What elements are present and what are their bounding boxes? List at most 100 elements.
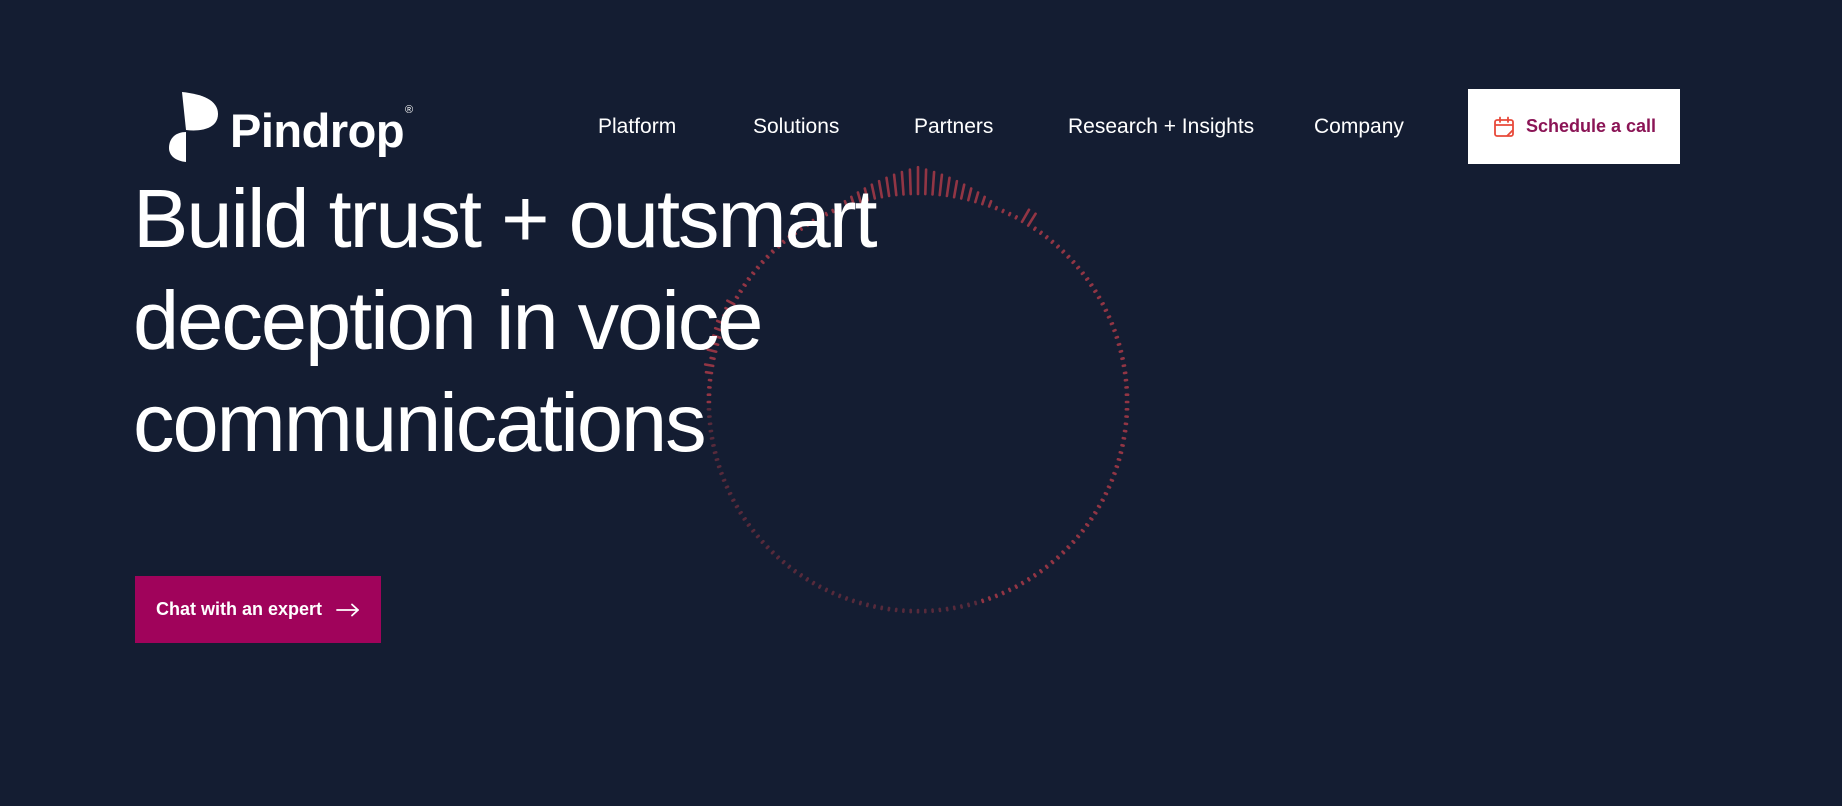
chat-with-expert-button[interactable]: Chat with an expert [135,576,381,643]
waveform-tick [874,606,875,608]
nav-item-company[interactable]: Company [1314,112,1404,142]
waveform-tick [1082,530,1084,531]
waveform-tick [1063,552,1065,554]
waveform-tick [1016,586,1017,588]
hero-headline-line-3: communications [133,372,993,474]
waveform-tick [1003,592,1004,594]
waveform-tick [1046,236,1047,238]
waveform-tick [846,598,847,600]
hero-headline-line-1: Build trust + outsmart [133,168,993,270]
arrow-right-icon [336,603,360,617]
waveform-tick [1073,541,1075,543]
calendar-icon [1492,115,1516,139]
waveform-tick [748,524,750,525]
waveform-tick [744,518,746,519]
registered-mark: ® [405,104,413,116]
waveform-tick [1118,344,1120,345]
waveform-tick [1108,487,1110,488]
waveform-tick [1086,524,1088,525]
pindrop-logo-icon [168,90,226,162]
waveform-tick [1052,241,1053,243]
waveform-tick [1114,473,1116,474]
waveform-tick [1094,291,1096,292]
waveform-tick [732,500,734,501]
hero-headline-line-2: deception in voice [133,270,993,372]
waveform-tick [762,541,764,543]
waveform-tick [860,602,861,604]
waveform-tick [1111,480,1113,481]
waveform-tick [1063,251,1065,253]
waveform-tick [1052,561,1053,563]
waveform-tick [1077,536,1079,537]
waveform-tick [1077,267,1079,268]
nav-item-platform[interactable]: Platform [598,112,676,142]
waveform-tick [1068,256,1070,258]
waveform-tick [989,598,990,600]
waveform-tick [1120,351,1122,352]
waveform-tick [1003,210,1004,212]
waveform-tick [826,589,827,591]
waveform-tick [794,570,795,572]
waveform-tick [783,561,784,563]
waveform-tick [1098,506,1100,507]
waveform-tick [1040,232,1041,234]
waveform-tick [1090,285,1092,286]
waveform-tick [772,552,774,554]
waveform-tick [1116,466,1118,467]
hero-headline: Build trust + outsmart deception in voic… [133,168,993,474]
waveform-tick [1068,547,1070,549]
waveform-tick [1034,228,1035,230]
waveform-tick [1009,213,1010,215]
waveform-tick [1016,216,1017,218]
waveform-tick [740,512,742,513]
waveform-tick [1046,566,1047,568]
waveform-tick [1122,445,1124,446]
waveform-tick [1057,557,1059,559]
waveform-tick [1022,210,1029,222]
waveform-tick [833,592,834,594]
waveform-tick [1028,578,1029,580]
waveform-tick [1040,570,1041,572]
waveform-tick [1057,246,1059,248]
waveform-tick [1073,261,1075,263]
waveform-tick [789,566,790,568]
waveform-tick [867,604,868,606]
waveform-tick [1116,337,1118,338]
waveform-tick [801,574,802,576]
nav-item-solutions[interactable]: Solutions [753,112,839,142]
waveform-tick [1102,303,1104,304]
waveform-tick [1082,273,1084,274]
waveform-tick [736,506,738,507]
waveform-tick [777,557,779,559]
waveform-tick [813,582,814,584]
waveform-tick [1009,589,1010,591]
waveform-tick [996,595,997,597]
waveform-tick [1034,574,1035,576]
waveform-tick [1111,323,1113,324]
chat-with-expert-label: Chat with an expert [156,599,322,620]
waveform-tick [996,207,997,209]
pindrop-logo[interactable]: Pindrop ® [168,90,413,162]
waveform-tick [1022,582,1023,584]
waveform-tick [839,595,840,597]
waveform-tick [1120,452,1122,453]
waveform-tick [1114,330,1116,331]
waveform-tick [1105,493,1107,494]
waveform-tick [1122,358,1124,359]
waveform-tick [853,600,854,602]
waveform-tick [1086,278,1088,279]
nav-item-partners[interactable]: Partners [914,112,993,142]
waveform-tick [1090,518,1092,519]
waveform-tick [819,586,820,588]
waveform-tick [723,480,725,481]
waveform-tick [1028,214,1035,226]
waveform-tick [1118,459,1120,460]
waveform-tick [961,606,962,608]
waveform-tick [1094,512,1096,513]
page: Pindrop ® Platform Solutions Partners Re… [0,0,1842,806]
waveform-tick [726,487,728,488]
waveform-tick [975,602,976,604]
nav-item-research-insights[interactable]: Research + Insights [1068,112,1254,142]
brand-name: Pindrop [230,107,404,154]
schedule-call-button[interactable]: Schedule a call [1468,89,1680,164]
